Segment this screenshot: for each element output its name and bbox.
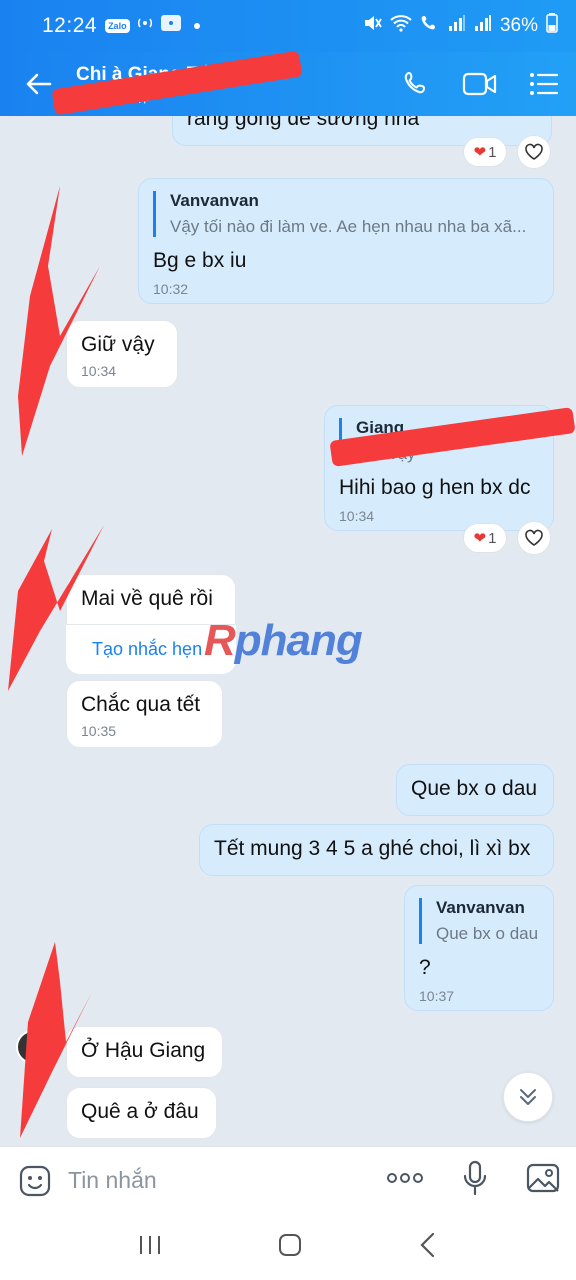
quoted-text: Que bx o dau xyxy=(436,924,539,943)
reaction-count[interactable]: ❤ 1 xyxy=(463,523,507,553)
back-nav-button[interactable] xyxy=(418,1232,438,1263)
voice-message-button[interactable] xyxy=(462,1160,488,1201)
heart-reaction-icon: ❤ xyxy=(473,144,487,161)
video-camera-icon xyxy=(462,72,497,96)
input-actions xyxy=(386,1160,560,1201)
double-chevron-down-icon xyxy=(520,1089,536,1105)
quoted-sender: Vanvanvan xyxy=(436,898,525,917)
signal-icon-2 xyxy=(474,14,492,38)
heart-outline-icon xyxy=(525,529,543,546)
scroll-to-bottom-button[interactable] xyxy=(503,1072,553,1122)
quoted-sender: Vanvanvan xyxy=(170,191,259,210)
message-bubble-outgoing[interactable]: Vanvanvan Que bx o dau ? 10:37 xyxy=(404,885,554,1011)
message-input-bar: Tin nhắn xyxy=(0,1146,576,1214)
gallery-button[interactable] xyxy=(526,1162,560,1199)
message-bubble-outgoing[interactable]: Vanvanvan Vậy tối nào đi làm ve. Ae hẹn … xyxy=(138,178,554,304)
wifi-icon xyxy=(390,14,412,38)
status-left-icons: Zalo xyxy=(105,14,200,38)
microphone-icon xyxy=(463,1160,487,1196)
status-time: 12:24 xyxy=(42,14,98,37)
reaction-number: 1 xyxy=(488,143,497,161)
message-text: Tết mung 3 4 5 a ghé choi, lì xì bx xyxy=(214,837,531,860)
heart-reaction-icon: ❤ xyxy=(473,530,487,547)
menu-button[interactable] xyxy=(526,66,562,102)
chevron-left-icon xyxy=(420,1232,435,1257)
heart-outline-icon xyxy=(525,143,543,160)
system-nav-bar xyxy=(0,1214,576,1280)
message-bubble-outgoing[interactable]: Que bx o dau xyxy=(396,764,554,816)
quoted-message[interactable]: Vanvanvan Vậy tối nào đi làm ve. Ae hẹn … xyxy=(153,191,539,237)
status-bar: 12:24 Zalo 36% xyxy=(0,0,576,52)
message-text: rang gồng để sướng nha xyxy=(187,116,420,130)
react-button[interactable] xyxy=(517,135,551,169)
message-time: 10:32 xyxy=(153,281,189,297)
battery-percent: 36% xyxy=(499,15,538,36)
image-icon xyxy=(526,1163,560,1193)
reaction-count[interactable]: ❤ 1 xyxy=(463,137,507,167)
more-options-button[interactable] xyxy=(386,1171,424,1190)
arrow-left-icon xyxy=(26,73,52,95)
battery-icon xyxy=(546,13,558,39)
home-button[interactable] xyxy=(278,1233,302,1262)
message-bubble-outgoing[interactable]: Tết mung 3 4 5 a ghé choi, lì xì bx xyxy=(199,824,554,876)
reaction-number: 1 xyxy=(488,529,497,547)
quoted-text: Vậy tối nào đi làm ve. Ae hẹn nhau nha b… xyxy=(170,217,527,236)
watermark-logo: Rphang xyxy=(204,616,363,665)
signal-icon-1 xyxy=(448,14,466,38)
sticker-button[interactable] xyxy=(16,1162,54,1200)
recents-icon xyxy=(140,1235,160,1254)
sticker-face-icon xyxy=(19,1165,51,1196)
message-list[interactable]: rang gồng để sướng nha ❤ 1 Vanvanvan Vậy… xyxy=(0,116,576,1146)
wifi-call-icon xyxy=(420,13,440,39)
video-call-button[interactable] xyxy=(462,66,498,102)
hotspot-box-icon xyxy=(160,14,182,38)
header-actions xyxy=(398,66,562,102)
recent-apps-button[interactable] xyxy=(138,1234,162,1261)
quoted-message[interactable]: Vanvanvan Que bx o dau xyxy=(419,898,539,944)
phone-icon xyxy=(404,72,425,94)
message-time: 10:35 xyxy=(81,723,117,739)
back-button[interactable] xyxy=(22,67,56,101)
redaction-scribble xyxy=(20,942,92,1138)
message-text: ? xyxy=(419,956,431,979)
home-icon xyxy=(279,1233,301,1256)
status-right-icons: 36% xyxy=(362,13,558,39)
message-time: 10:37 xyxy=(419,988,455,1004)
redaction-scribble xyxy=(18,186,100,456)
list-menu-icon xyxy=(530,73,559,95)
message-input[interactable]: Tin nhắn xyxy=(68,1167,157,1194)
message-time: 10:34 xyxy=(339,508,375,524)
voice-call-button[interactable] xyxy=(398,66,434,102)
mute-icon xyxy=(362,13,382,39)
message-text: Ở Hậu Giang xyxy=(81,1039,206,1062)
zalo-notification-icon: Zalo xyxy=(105,19,130,33)
more-dots-icon xyxy=(387,1173,423,1183)
message-text: Que bx o dau xyxy=(411,777,538,800)
message-text: Bg e bx iu xyxy=(153,249,247,272)
react-button[interactable] xyxy=(517,521,551,555)
notification-dot xyxy=(193,23,200,29)
redaction-scribble xyxy=(8,525,104,691)
hotspot-icon xyxy=(136,14,154,38)
message-text: Hihi bao g hen bx dc xyxy=(339,476,531,499)
